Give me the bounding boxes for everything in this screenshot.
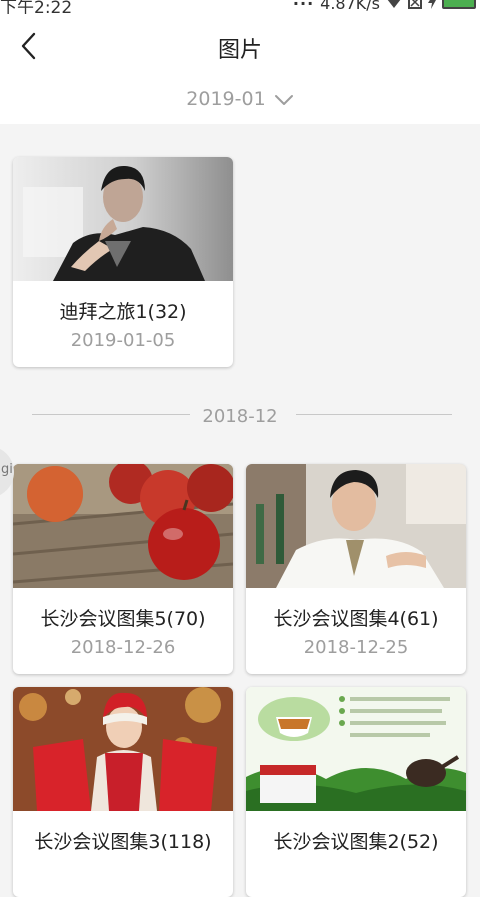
album-card[interactable]: 长沙会议图集2(52) [246,687,466,897]
side-tab-label: gi [1,462,13,477]
album-title: 长沙会议图集5(70) [40,608,206,630]
album-card[interactable]: 长沙会议图集5(70) 2018-12-26 [13,464,233,674]
month-dropdown-label: 2019-01 [186,88,266,110]
album-card[interactable]: 长沙会议图集4(61) 2018-12-25 [246,464,466,674]
side-float-tab[interactable]: gi [0,446,14,498]
signal-dots-icon: ··· [292,0,315,13]
album-title: 长沙会议图集4(61) [273,608,439,630]
album-title: 迪拜之旅1(32) [59,301,187,323]
album-list: 迪拜之旅1(32) 2019-01-05 2018-12 长沙会议图集5(70)… [0,124,480,897]
wifi-icon [386,0,402,13]
divider-right [296,414,452,415]
album-title: 长沙会议图集2(52) [273,831,439,853]
apples-photo-icon [13,464,233,588]
man-portrait-office-icon [246,464,466,588]
month-header: 2018-12 [202,406,278,427]
battery-icon [442,0,476,9]
charging-icon [428,0,436,13]
date-filter-bar: 2019-01 [0,78,480,124]
album-card[interactable]: 长沙会议图集3(118) [13,687,233,897]
network-speed: 4.87K/s [320,0,380,13]
album-date: 2019-01-05 [70,330,176,351]
status-time: 下午2:22 [0,0,73,14]
sim-icon [408,0,422,13]
page-title: 图片 [217,38,262,63]
tea-product-photo-icon [246,687,466,811]
chevron-down-icon [274,94,293,105]
album-date: 2018-12-26 [70,637,176,658]
album-title: 长沙会议图集3(118) [34,831,212,853]
status-indicators: ··· 4.87K/s [292,0,480,13]
album-card[interactable]: 迪拜之旅1(32) 2019-01-05 [13,157,233,367]
album-date: 2018-12-25 [303,637,409,658]
status-bar: 下午2:22 ··· 4.87K/s [0,0,480,14]
month-dropdown[interactable]: 2019-01 [0,88,480,110]
app-header: 图片 [0,14,480,78]
woman-shopping-photo-icon [13,687,233,811]
man-portrait-bw-icon [13,157,233,281]
